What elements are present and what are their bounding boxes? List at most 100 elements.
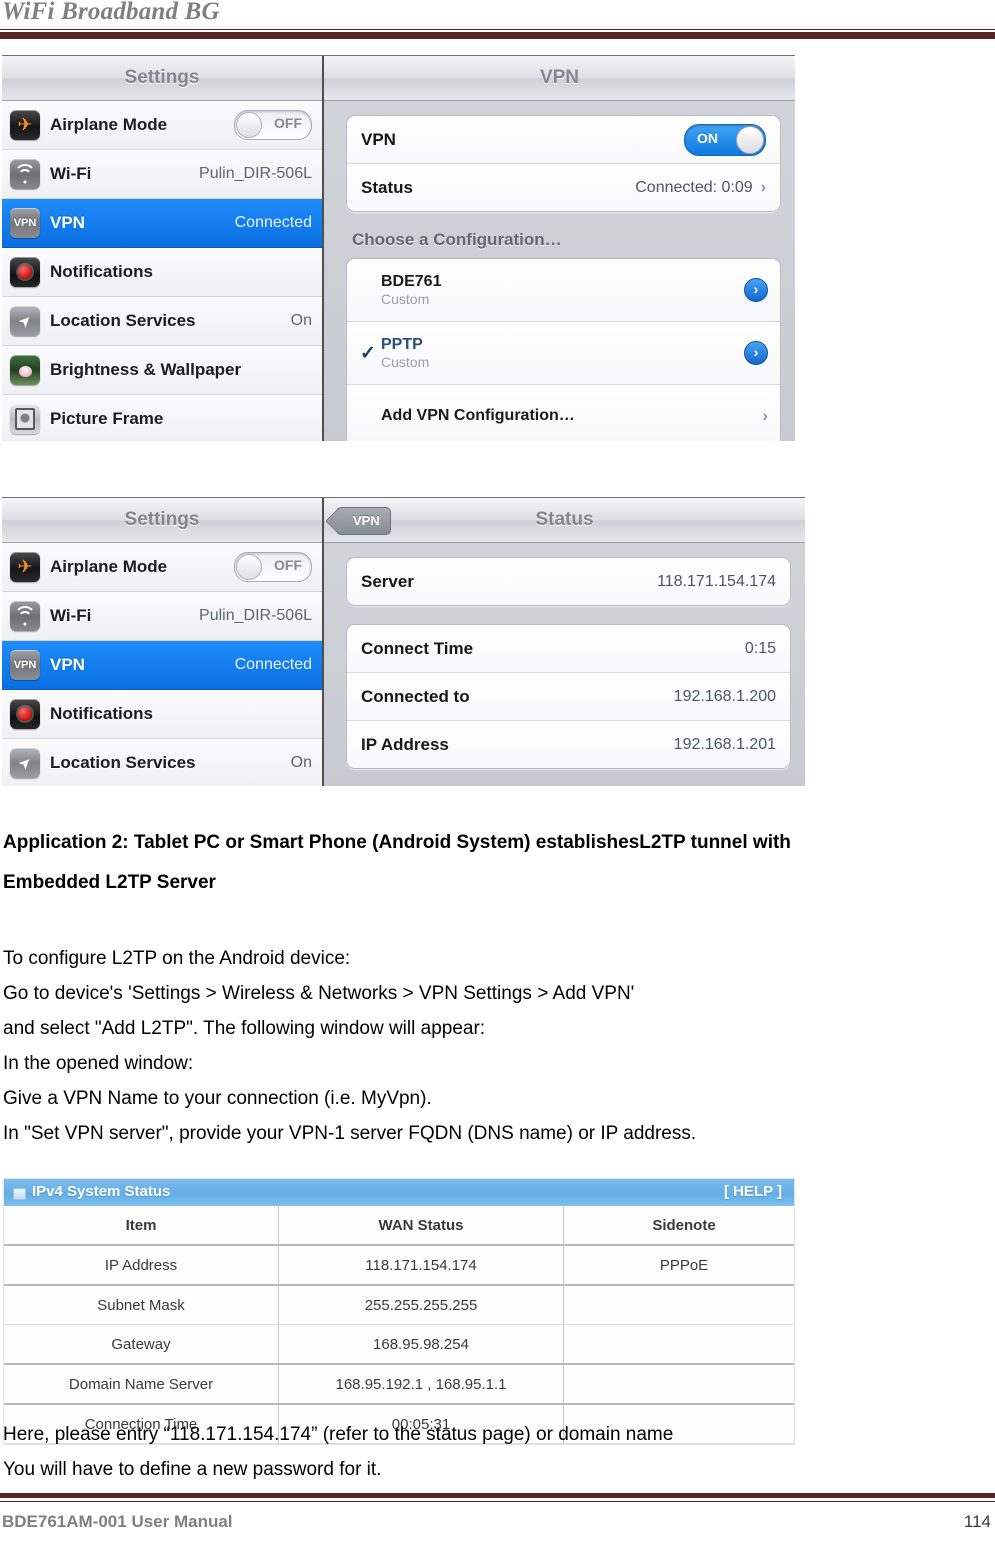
airplane-mode-toggle[interactable]: OFF [234,552,312,582]
sidebar-item-location-services[interactable]: Location Services On [2,297,322,346]
footer-rule-thick [0,1493,995,1498]
back-to-vpn-button[interactable]: VPN [336,507,391,535]
chevron-right-icon: › [762,406,768,425]
sidebar-item-brightness-wallpaper[interactable]: Brightness & Wallpaper [2,346,322,395]
vpn-status-row[interactable]: Status Connected: 0:09 › [347,164,780,211]
screenshot-vpn-status: Settings Airplane Mode OFF Wi-Fi P [2,497,805,786]
section-heading-line-1: Application 2: Tablet PC or Smart Phone … [3,832,791,853]
wifi-icon [10,601,40,631]
cell-wan: 168.95.98.254 [278,1324,564,1365]
column-header-sidenote: Sidenote [563,1206,794,1246]
section-heading-line-2: Embedded L2TP Server [3,872,216,893]
vpn-nav-bar: VPN [324,56,795,101]
config-row-pptp[interactable]: ✓ PPTP Custom › [347,322,780,385]
table-row: Subnet Mask 255.255.255.255 [4,1285,794,1325]
sidebar-item-label: Brightness & Wallpaper [50,360,242,379]
vpn-toggle[interactable]: ON [684,123,766,156]
help-link[interactable]: [ HELP ] [724,1183,782,1200]
sidebar-item-label: Airplane Mode [50,115,168,134]
add-vpn-configuration-row[interactable]: Add VPN Configuration… › [347,385,780,441]
sidebar-item-label: Wi-Fi [50,606,92,625]
toggle-knob [736,125,764,154]
table-row: IP Address 118.171.154.174 PPPoE [4,1245,794,1286]
server-value: 118.171.154.174 [657,572,776,590]
add-config-label: Add VPN Configuration… [381,406,575,424]
cell-sidenote [563,1324,794,1365]
ip-address-row: IP Address 192.168.1.201 [347,721,790,768]
sidebar-item-airplane-mode[interactable]: Airplane Mode OFF [2,543,322,592]
status-detail-pane: VPN Status Server 118.171.154.174 Connec… [324,498,805,786]
sidebar-item-label: Location Services [50,311,196,330]
config-detail-arrow-icon[interactable]: › [744,341,768,365]
sidebar-item-wifi[interactable]: Wi-Fi Pulin_DIR-506L [2,592,322,641]
picture-frame-icon [10,404,40,434]
header-rule-thick [0,32,995,39]
airplane-icon [10,552,40,582]
toggle-knob [236,112,262,138]
status-nav-bar: VPN Status [324,498,805,543]
connect-time-row: Connect Time 0:15 [347,625,790,673]
screenshot-vpn-settings: Settings Airplane Mode OFF Wi-Fi P [2,55,795,441]
status-title: Status [535,509,594,530]
body-line-2: Go to device's 'Settings > Wireless & Ne… [3,983,635,1004]
sidebar-item-picture-frame[interactable]: Picture Frame [2,395,322,441]
cell-sidenote [563,1364,794,1405]
status-row-value: Connected: 0:09 [635,178,753,196]
ip-address-value: 192.168.1.201 [673,735,776,753]
header-rule-thin [0,29,995,30]
vpn-detail-pane: VPN VPN ON Status Connected: 0:09 › Choo… [324,56,795,441]
cell-sidenote [563,1285,794,1325]
cell-wan: 118.171.154.174 [278,1245,564,1286]
connected-to-label: Connected to [361,686,470,706]
sidebar-item-vpn[interactable]: VPN Connected [2,199,322,248]
body-line-4: In the opened window: [3,1053,194,1074]
status-table-title: IPv4 System Status [32,1183,171,1200]
panel-icon [13,1188,26,1200]
sidebar-item-vpn[interactable]: VPN Connected [2,641,322,690]
connect-time-label: Connect Time [361,638,474,658]
status-table-header: IPv4 System Status [ HELP ] [4,1179,794,1206]
connected-to-row: Connected to 192.168.1.200 [347,673,790,721]
config-subtitle: Custom [381,291,430,308]
connected-to-value: 192.168.1.200 [673,687,776,705]
vpn-configuration-group: BDE761 Custom › ✓ PPTP Custom › Add VPN … [346,258,781,441]
ip-address-label: IP Address [361,734,449,754]
vpn-title: VPN [539,67,580,88]
choose-configuration-heading: Choose a Configuration… [352,230,562,249]
sidebar-item-value: On [290,754,312,771]
config-detail-arrow-icon[interactable]: › [744,278,768,302]
page-header-title: WiFi Broadband BG [2,0,220,25]
airplane-mode-toggle[interactable]: OFF [234,110,312,140]
settings-nav-bar: Settings [2,56,322,101]
location-icon [10,748,40,778]
cell-item: Domain Name Server [4,1364,279,1405]
page-header: WiFi Broadband BG [0,0,995,40]
server-label: Server [361,571,414,591]
config-row-bde761[interactable]: BDE761 Custom › [347,259,780,322]
column-header-item: Item [4,1206,279,1246]
settings-title: Settings [124,67,200,88]
sidebar-item-value: Connected [234,656,312,673]
cell-sidenote: PPPoE [563,1245,794,1286]
settings-list: Airplane Mode OFF Wi-Fi Pulin_DIR-506L [2,101,322,441]
vpn-status-group: VPN ON Status Connected: 0:09 › [346,115,781,212]
sidebar-item-location-services[interactable]: Location Services On [2,739,322,786]
status-connection-group: Connect Time 0:15 Connected to 192.168.1… [346,624,791,769]
footer-page-number: 114 [963,1512,991,1531]
sidebar-item-airplane-mode[interactable]: Airplane Mode OFF [2,101,322,150]
sidebar-item-label: VPN [50,213,85,232]
toggle-knob [236,554,262,580]
vpn-row-label: VPN [361,129,396,149]
checkmark-icon: ✓ [360,342,376,364]
body-line-6: In "Set VPN server", provide your VPN-1 … [3,1123,697,1144]
sidebar-item-notifications[interactable]: Notifications [2,690,322,739]
sidebar-item-label: Picture Frame [50,409,164,428]
sidebar-item-wifi[interactable]: Wi-Fi Pulin_DIR-506L [2,150,322,199]
toggle-state-label: OFF [274,115,302,131]
vpn-toggle-row[interactable]: VPN ON [347,116,780,164]
sidebar-item-value: On [290,312,312,329]
status-server-group: Server 118.171.154.174 [346,557,791,606]
sidebar-item-notifications[interactable]: Notifications [2,248,322,297]
back-button-label: VPN [353,513,380,528]
settings-list: Airplane Mode OFF Wi-Fi Pulin_DIR-506L [2,543,322,786]
